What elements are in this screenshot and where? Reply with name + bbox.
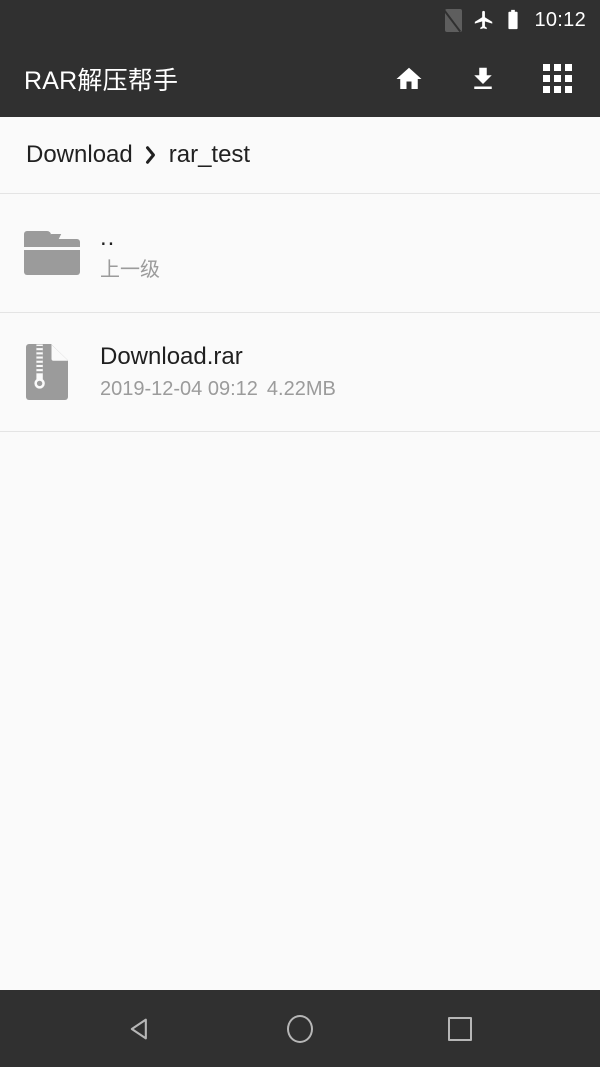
app-bar: RAR解压帮手 bbox=[0, 40, 600, 117]
home-button[interactable] bbox=[392, 62, 426, 96]
rar-archive-icon bbox=[24, 341, 82, 403]
list-item-meta: 2019-12-04 09:12 4.22MB bbox=[100, 377, 336, 400]
battery-icon bbox=[508, 9, 519, 30]
status-bar-clock: 10:12 bbox=[534, 9, 586, 31]
list-item-size: 4.22MB bbox=[266, 377, 336, 400]
triangle-back-icon bbox=[130, 1018, 147, 1039]
list-item-text: .. 上一级 bbox=[100, 225, 160, 280]
download-icon bbox=[474, 67, 492, 89]
nav-back-button[interactable] bbox=[105, 999, 175, 1059]
square-recents-icon bbox=[448, 1016, 472, 1041]
list-item-parent-folder[interactable]: .. 上一级 bbox=[0, 194, 600, 313]
status-bar-icons: 10:12 bbox=[442, 7, 586, 32]
breadcrumb-item-rar-test[interactable]: rar_test bbox=[169, 141, 250, 169]
list-item-title: Download.rar bbox=[100, 344, 243, 371]
list-item-date: 2019-12-04 09:12 bbox=[100, 377, 258, 400]
airplane-mode-icon bbox=[475, 10, 493, 30]
android-nav-bar bbox=[0, 990, 600, 1067]
apps-grid-button[interactable] bbox=[540, 62, 574, 96]
breadcrumb: Download rar_test bbox=[0, 117, 600, 194]
app-bar-actions bbox=[392, 62, 574, 96]
download-button[interactable] bbox=[466, 62, 500, 96]
nav-recents-button[interactable] bbox=[425, 999, 495, 1059]
app-title: RAR解压帮手 bbox=[24, 66, 179, 95]
breadcrumb-item-download[interactable]: Download bbox=[26, 141, 133, 169]
home-icon bbox=[396, 67, 422, 89]
chevron-right-icon bbox=[144, 145, 158, 165]
status-bar: 10:12 bbox=[0, 0, 600, 40]
list-item-title: .. bbox=[100, 225, 116, 252]
circle-home-icon bbox=[287, 1014, 313, 1043]
folder-icon bbox=[24, 222, 82, 284]
list-item-download-rar[interactable]: Download.rar 2019-12-04 09:12 4.22MB bbox=[0, 313, 600, 432]
no-sim-icon bbox=[442, 7, 463, 32]
list-item-subtitle: 上一级 bbox=[100, 258, 160, 281]
file-list: .. 上一级 Download.rar 2019-12-04 09:12 4.2… bbox=[0, 194, 600, 990]
list-item-text: Download.rar 2019-12-04 09:12 4.22MB bbox=[100, 344, 336, 399]
phone-screen: 10:12 RAR解压帮手 Download rar_test .. 上一级 D… bbox=[0, 0, 600, 1067]
apps-grid-icon bbox=[542, 64, 572, 93]
nav-home-button[interactable] bbox=[265, 999, 335, 1059]
